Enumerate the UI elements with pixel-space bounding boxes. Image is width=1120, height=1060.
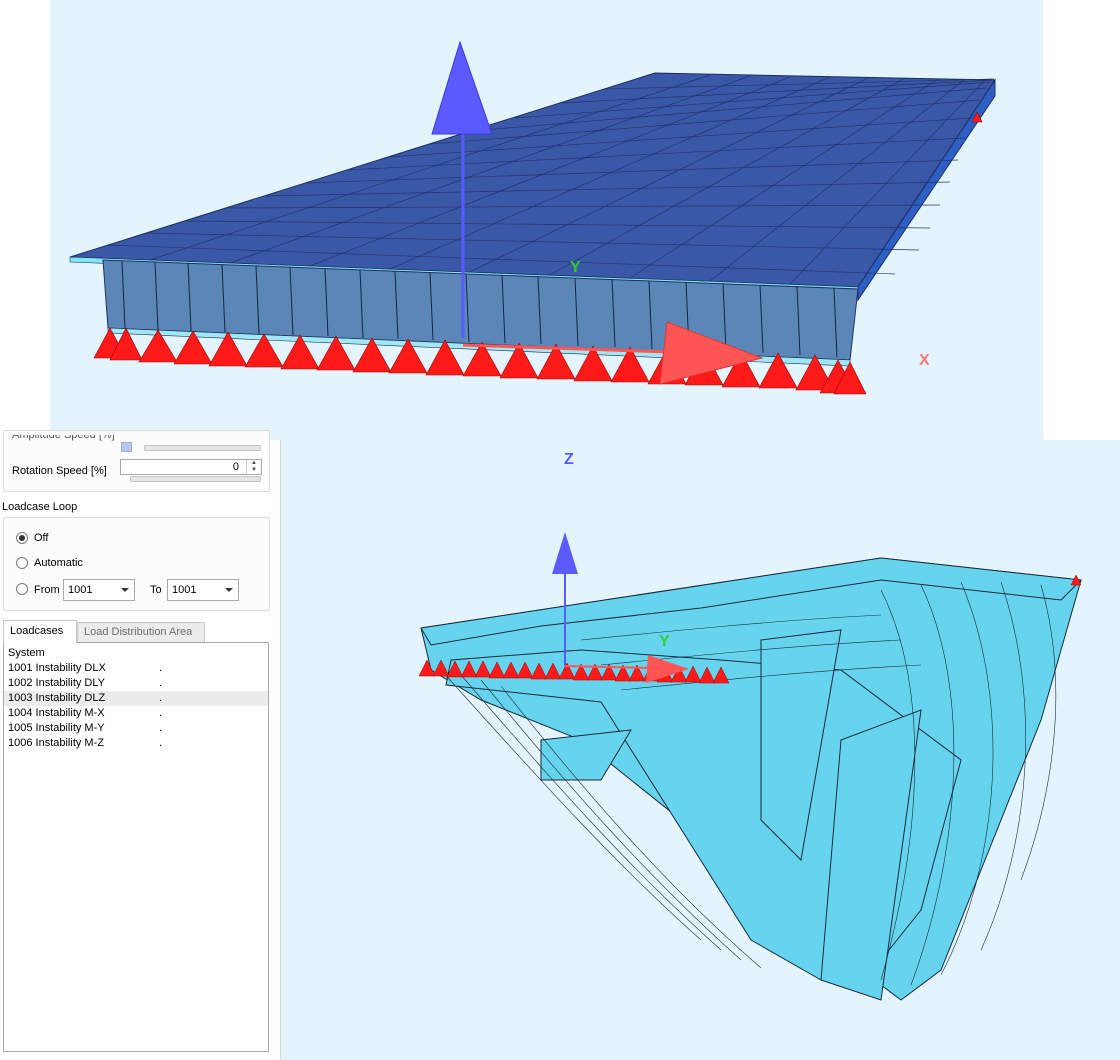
to-label: To bbox=[150, 584, 162, 596]
axis-y-label-deformed: Y bbox=[659, 633, 670, 650]
radio-off-label[interactable]: Off bbox=[34, 532, 48, 544]
rotation-speed-value: 0 bbox=[232, 461, 239, 473]
chevron-down-icon bbox=[121, 588, 129, 592]
loadcase-marker: . bbox=[159, 692, 163, 704]
list-item[interactable]: 1001 Instability DLX. bbox=[4, 661, 268, 676]
radio-automatic-label[interactable]: Automatic bbox=[34, 557, 83, 569]
loadcase-loop-title: Loadcase Loop bbox=[2, 501, 78, 513]
spin-down-icon[interactable]: ▼ bbox=[247, 467, 261, 474]
loadcase-marker: . bbox=[159, 707, 163, 719]
radio-automatic[interactable] bbox=[16, 557, 28, 569]
amplitude-speed-label: Amplitude Speed [%] bbox=[12, 429, 115, 441]
amplitude-slider-thumb[interactable] bbox=[121, 442, 132, 452]
loadcase-name: 1002 Instability DLY bbox=[8, 677, 106, 689]
radio-from-label[interactable]: From bbox=[34, 584, 60, 596]
loadcase-name: 1005 Instability M-Y bbox=[8, 722, 105, 734]
tab-load-distribution-area[interactable]: Load Distribution Area bbox=[77, 622, 205, 642]
rotation-speed-label: Rotation Speed [%] bbox=[12, 465, 107, 477]
axis-x-label: X bbox=[919, 352, 930, 369]
chevron-down-icon bbox=[225, 588, 233, 592]
loadcase-marker: . bbox=[159, 677, 163, 689]
spin-up-icon[interactable]: ▲ bbox=[247, 460, 261, 467]
animation-group: Amplitude Speed [%] Rotation Speed [%] 0… bbox=[3, 430, 270, 492]
radio-from[interactable] bbox=[16, 583, 28, 595]
list-item-selected[interactable]: 1003 Instability DLZ. bbox=[4, 691, 268, 706]
list-item[interactable]: 1004 Instability M-X. bbox=[4, 706, 268, 721]
to-dropdown[interactable]: 1001 bbox=[167, 579, 239, 601]
radio-off[interactable] bbox=[16, 532, 28, 544]
loadcase-name: 1003 Instability DLZ bbox=[8, 692, 106, 704]
window-margin bbox=[0, 0, 50, 440]
tab-loadcases[interactable]: Loadcases bbox=[3, 620, 77, 643]
window-margin bbox=[1043, 0, 1120, 440]
axis-y-label: Y bbox=[570, 259, 581, 276]
spin-buttons[interactable]: ▲ ▼ bbox=[246, 460, 261, 474]
list-item[interactable]: 1002 Instability DLY. bbox=[4, 676, 268, 691]
loadcase-marker: . bbox=[159, 722, 163, 734]
loadcase-name: 1004 Instability M-X bbox=[8, 707, 105, 719]
animation-panel: Amplitude Speed [%] Rotation Speed [%] 0… bbox=[0, 430, 281, 1060]
list-item[interactable]: 1005 Instability M-Y. bbox=[4, 721, 268, 736]
loadcase-name: 1001 Instability DLX bbox=[8, 662, 106, 674]
from-dropdown[interactable]: 1001 bbox=[63, 579, 135, 601]
deformed-shape bbox=[420, 557, 1083, 1001]
rotation-speed-spinbox[interactable]: 0 ▲ ▼ bbox=[120, 459, 262, 475]
model-viewport-undeformed[interactable]: Y X bbox=[50, 0, 1043, 440]
rotation-speed-slider[interactable] bbox=[130, 476, 261, 482]
loadcase-loop-group: Off Automatic From 1001 To 1001 bbox=[3, 517, 270, 611]
list-item[interactable]: 1006 Instability M-Z. bbox=[4, 736, 268, 751]
model-viewport-deformed[interactable]: Z Y bbox=[281, 440, 1120, 1060]
loadcase-name: 1006 Instability M-Z bbox=[8, 737, 104, 749]
loadcase-marker: . bbox=[159, 737, 163, 749]
to-value: 1001 bbox=[172, 584, 197, 596]
from-value: 1001 bbox=[68, 584, 93, 596]
loadcase-list[interactable]: System 1001 Instability DLX. 1002 Instab… bbox=[3, 642, 269, 1052]
axis-z-label: Z bbox=[564, 451, 574, 468]
loadcase-marker: . bbox=[159, 662, 163, 674]
list-item[interactable]: System bbox=[4, 646, 268, 661]
amplitude-slider[interactable] bbox=[144, 445, 261, 451]
loadcase-name: System bbox=[8, 647, 45, 659]
